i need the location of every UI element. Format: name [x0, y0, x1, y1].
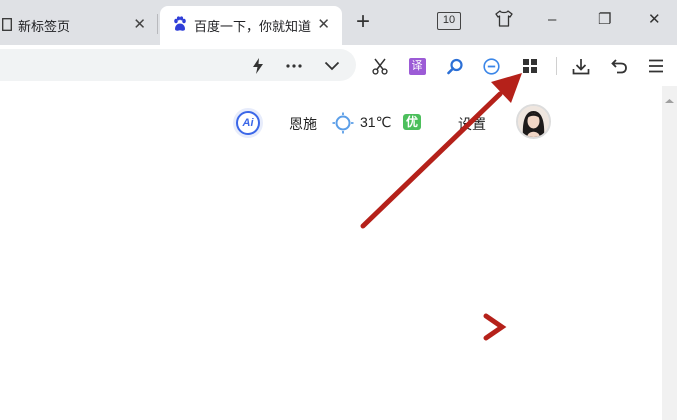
page-icon	[2, 17, 12, 34]
toolbar: 译	[0, 45, 677, 85]
tab-new-tab-page[interactable]: 新标签页 ✕	[0, 6, 156, 45]
user-avatar[interactable]	[516, 104, 551, 139]
translate-icon[interactable]: 译	[406, 55, 428, 77]
sunny-weather-icon	[332, 112, 354, 134]
close-window-button[interactable]: ✕	[648, 10, 661, 30]
close-tab-icon[interactable]: ✕	[133, 17, 146, 33]
weather-city[interactable]: 恩施	[289, 114, 317, 134]
close-tab-icon[interactable]: ✕	[317, 17, 330, 33]
toolbar-separator	[556, 57, 557, 75]
chevron-down-icon[interactable]	[321, 55, 343, 77]
search-icon[interactable]	[444, 55, 466, 77]
menu-icon[interactable]	[645, 55, 667, 77]
more-icon[interactable]	[283, 55, 305, 77]
weather-temperature[interactable]: 31℃	[360, 114, 391, 131]
baidu-paw-icon	[172, 16, 188, 35]
lightning-icon[interactable]	[247, 55, 269, 77]
tab-strip: 新标签页 ✕ 百度一下，你就知道 ✕ + 10 – ❐ ✕	[0, 0, 677, 45]
undo-icon[interactable]	[608, 55, 630, 77]
annotation-arrow-icon	[360, 73, 522, 229]
skin-icon[interactable]	[495, 10, 513, 33]
ai-assistant-button[interactable]: Ai	[233, 108, 263, 138]
air-quality-badge: 优	[403, 114, 422, 130]
tab-baidu[interactable]: 百度一下，你就知道 ✕	[160, 6, 342, 45]
tab-count-badge[interactable]: 10	[437, 12, 461, 30]
settings-link[interactable]: 设置	[458, 114, 486, 134]
scroll-up-arrow-icon[interactable]	[664, 91, 675, 103]
vertical-scrollbar[interactable]	[662, 86, 677, 420]
tab-separator	[157, 14, 158, 34]
translate-label: 译	[408, 57, 426, 75]
maximize-button[interactable]: ❐	[598, 10, 611, 30]
download-icon[interactable]	[570, 55, 592, 77]
browser-window: 新标签页 ✕ 百度一下，你就知道 ✕ + 10 – ❐ ✕ 译 Ai 恩施 31…	[0, 0, 677, 420]
scissors-icon[interactable]	[369, 55, 391, 77]
minimize-button[interactable]: –	[548, 10, 556, 30]
apps-icon[interactable]	[519, 55, 541, 77]
new-tab-button[interactable]: +	[356, 9, 370, 35]
ai-label: Ai	[236, 111, 260, 135]
zoom-out-icon[interactable]	[480, 55, 502, 77]
chevron-right-annotation-icon	[483, 313, 507, 341]
